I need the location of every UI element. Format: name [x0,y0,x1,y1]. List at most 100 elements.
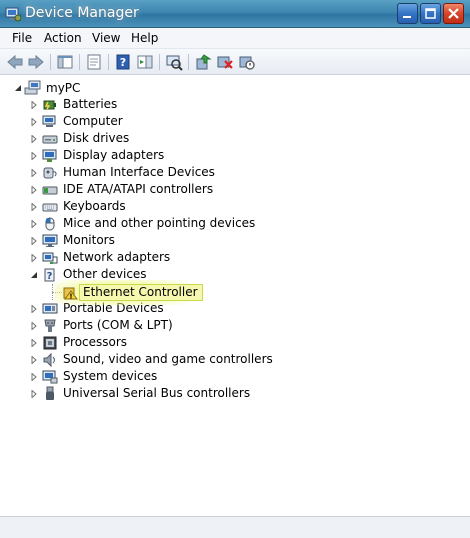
tree-item-sound-video-and-game-controllers[interactable]: Sound, video and game controllers [0,351,470,368]
svg-text:?: ? [120,56,126,69]
toolbar-separator [108,54,109,70]
tree-item-label: Ports (COM & LPT) [63,318,173,332]
menu-action[interactable]: Action [44,31,82,45]
tree-item-label: Display adapters [63,148,165,162]
tree-item-disk-drives[interactable]: Disk drives [0,130,470,147]
device-tree[interactable]: myPC Batteries Computer Disk drives Display… [0,76,470,516]
tree-item-label: Sound, video and game controllers [63,352,273,366]
warning-device-icon: ! [63,287,78,301]
help-icon: ? [116,54,130,70]
minimize-icon [403,16,411,18]
collapse-arrow-icon[interactable] [31,271,37,279]
network-adapter-icon [42,252,58,264]
properties-button[interactable] [85,53,103,71]
expand-arrow-icon[interactable] [31,101,37,109]
disable-device-icon [239,56,255,70]
scan-hardware-icon [166,55,183,71]
toolbar-separator [188,54,189,70]
expand-arrow-icon[interactable] [31,390,37,398]
expand-arrow-icon[interactable] [31,322,37,330]
title-bar[interactable]: Device Manager [0,0,470,28]
tree-item-system-devices[interactable]: System devices [0,368,470,385]
tree-item-label: Batteries [63,97,118,111]
expand-arrow-icon[interactable] [31,373,37,381]
forward-button[interactable] [27,53,45,71]
menu-help[interactable]: Help [131,31,158,45]
mouse-icon [45,217,55,231]
tree-item-label: Other devices [63,267,147,281]
tree-item-label: Disk drives [63,131,130,145]
tree-item-computer[interactable]: Computer [0,113,470,130]
tree-item-label: Computer [63,114,123,128]
sound-icon [43,352,55,367]
action-pane-button[interactable] [136,53,154,71]
maximize-button[interactable] [420,3,441,24]
expand-arrow-icon[interactable] [31,305,37,313]
tree-item-universal-serial-bus-controllers[interactable]: Universal Serial Bus controllers [0,385,470,402]
close-icon [448,8,459,19]
back-button[interactable] [6,53,24,71]
tree-item-human-interface-devices[interactable]: Human Interface Devices [0,164,470,181]
expand-arrow-icon[interactable] [31,186,37,194]
expand-arrow-icon[interactable] [31,135,37,143]
menu-file[interactable]: File [12,31,32,45]
svg-text:?: ? [47,271,53,282]
expand-arrow-icon[interactable] [31,220,37,228]
computer-icon [42,115,56,127]
close-button[interactable] [443,3,464,24]
show-hide-console-tree-button[interactable] [56,53,74,71]
toolbar: ? [0,49,470,75]
tree-item-label: Ethernet Controller [79,284,203,301]
port-icon [44,319,56,332]
tree-item-ide-ata-atapi-controllers[interactable]: IDE ATA/ATAPI controllers [0,181,470,198]
tree-item-keyboards[interactable]: Keyboards [0,198,470,215]
expand-arrow-icon[interactable] [31,254,37,262]
processor-icon [43,336,57,350]
expand-arrow-icon[interactable] [31,152,37,160]
expand-arrow-icon[interactable] [31,356,37,364]
expand-arrow-icon[interactable] [31,203,37,211]
expand-arrow-icon[interactable] [31,237,37,245]
device-manager-app-icon [5,7,21,22]
status-bar [0,516,470,538]
tree-item-label: Human Interface Devices [63,165,215,179]
expand-arrow-icon[interactable] [31,118,37,126]
uninstall-icon [217,56,233,69]
tree-item-label: Keyboards [63,199,126,213]
tree-item-mice-and-other-pointing-devices[interactable]: Mice and other pointing devices [0,215,470,232]
expand-arrow-icon[interactable] [31,169,37,177]
collapse-arrow-icon[interactable] [14,84,22,92]
tree-item-display-adapters[interactable]: Display adapters [0,147,470,164]
window-title: Device Manager [25,5,139,21]
disk-drive-icon [42,135,58,144]
tree-item-monitors[interactable]: Monitors [0,232,470,249]
hid-icon [43,167,57,179]
scan-hardware-button[interactable] [165,53,183,71]
update-driver-icon [196,54,212,70]
menu-view[interactable]: View [92,31,120,45]
tree-root-label[interactable]: myPC [46,81,80,95]
tree-item-ports-com-lpt[interactable]: Ports (COM & LPT) [0,317,470,334]
expand-arrow-icon[interactable] [31,339,37,347]
tree-item-batteries[interactable]: Batteries [0,96,470,113]
menu-bar: File Action View Help [0,28,470,49]
console-tree-icon [57,55,73,69]
maximize-icon [425,8,436,19]
uninstall-button[interactable] [216,53,234,71]
disable-device-button[interactable] [238,53,256,71]
computer-root-icon [24,80,41,95]
toolbar-separator [50,54,51,70]
minimize-button[interactable] [397,3,418,24]
action-pane-icon [137,55,153,69]
tree-item-ethernet-controller[interactable]: ! Ethernet Controller [61,284,203,301]
tree-item-network-adapters[interactable]: Network adapters [0,249,470,266]
tree-item-label: IDE ATA/ATAPI controllers [63,182,214,196]
back-icon [7,54,23,70]
display-adapter-icon [42,149,57,162]
update-driver-button[interactable] [194,53,212,71]
tree-item-processors[interactable]: Processors [0,334,470,351]
svg-text:!: ! [69,293,72,301]
help-button[interactable]: ? [114,53,132,71]
usb-icon [46,386,54,400]
ide-controller-icon [42,186,58,195]
